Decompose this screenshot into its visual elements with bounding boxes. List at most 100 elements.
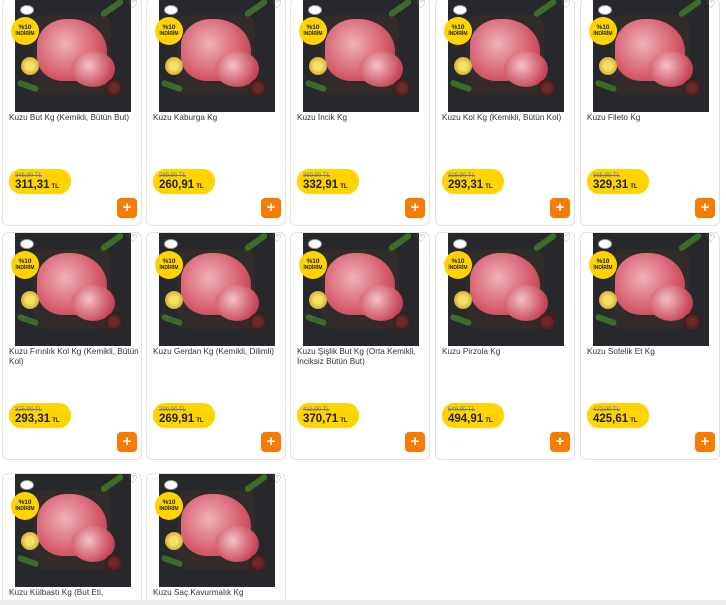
product-card[interactable]: %10 İNDİRİM ♡ Kuzu Şişlik But Kg (Orta K… <box>290 232 430 460</box>
add-to-cart-button[interactable]: + <box>261 432 281 452</box>
peppercorn-bowl <box>393 79 411 97</box>
product-card[interactable]: %10 İNDİRİM ♡ Kuzu Saç Kavurmalık Kg <box>146 473 286 605</box>
product-card[interactable]: %10 İNDİRİM ♡ Kuzu Fırınlık Kol Kg (Kemi… <box>2 232 142 460</box>
discount-label: İNDİRİM <box>303 265 323 271</box>
add-to-cart-button[interactable]: + <box>117 432 137 452</box>
product-title[interactable]: Kuzu Gerdan Kg (Kemikli, Dilimli) <box>153 347 283 357</box>
current-price: 260,91 TL <box>159 179 204 191</box>
discount-label: İNDİRİM <box>303 31 323 37</box>
rosemary-sprig <box>532 233 558 252</box>
favorite-heart-icon[interactable]: ♡ <box>127 0 139 11</box>
rosemary-sprig <box>532 0 558 18</box>
peppercorn-bowl <box>683 79 701 97</box>
butcher-logo-icon <box>598 5 612 15</box>
discount-percent: %10 <box>451 24 465 31</box>
product-title[interactable]: Kuzu Fırınlık Kol Kg (Kemikli, Bütün Kol… <box>9 347 139 367</box>
product-title[interactable]: Kuzu Kaburga Kg <box>153 113 283 123</box>
product-title[interactable]: Kuzu Şişlik But Kg (Orta Kemikli, İnciks… <box>297 347 427 367</box>
product-card[interactable]: %10 İNDİRİM ♡ Kuzu İncik Kg 369,90 TL 33… <box>290 0 430 226</box>
peppercorn-bowl <box>538 79 556 97</box>
rosemary-sprig <box>387 233 413 252</box>
product-card[interactable]: %10 İNDİRİM ♡ Kuzu Pirzola Kg 549,90 TL … <box>435 232 575 460</box>
add-to-cart-button[interactable]: + <box>695 198 715 218</box>
butcher-logo-icon <box>20 5 34 15</box>
discount-percent: %10 <box>306 258 320 265</box>
product-title[interactable]: Kuzu Fileto Kg <box>587 113 717 123</box>
add-to-cart-button[interactable]: + <box>550 198 570 218</box>
discount-badge: %10 İNDİRİM <box>299 17 327 45</box>
price-tag: 411,90 TL 370,71 TL <box>297 403 359 428</box>
olive-oil-bowl <box>165 57 183 75</box>
favorite-heart-icon[interactable]: ♡ <box>127 474 139 486</box>
olive-oil-bowl <box>599 291 617 309</box>
product-image[interactable] <box>159 474 275 587</box>
favorite-heart-icon[interactable]: ♡ <box>415 233 427 245</box>
favorite-heart-icon[interactable]: ♡ <box>705 233 717 245</box>
current-price: 311,31 TL <box>15 179 59 191</box>
favorite-heart-icon[interactable]: ♡ <box>271 0 283 11</box>
discount-label: İNDİRİM <box>593 31 613 37</box>
favorite-heart-icon[interactable]: ♡ <box>271 474 283 486</box>
product-card[interactable]: %10 İNDİRİM ♡ Kuzu Sotelik Et Kg 472,90 … <box>580 232 720 460</box>
current-price: 332,91 TL <box>303 179 348 191</box>
product-title[interactable]: Kuzu Saç Kavurmalık Kg <box>153 588 283 598</box>
current-price: 370,71 TL <box>303 413 348 425</box>
product-card[interactable]: %10 İNDİRİM ♡ Kuzu Külbastı Kg (But Eti, <box>2 473 142 605</box>
peppercorn-bowl <box>393 313 411 331</box>
product-title[interactable]: Kuzu Külbastı Kg (But Eti, <box>9 588 139 598</box>
product-image[interactable] <box>159 233 275 346</box>
discount-percent: %10 <box>18 499 32 506</box>
product-card[interactable]: %10 İNDİRİM ♡ Kuzu Kaburga Kg 289,90 TL … <box>146 0 286 226</box>
product-card[interactable]: %10 İNDİRİM ♡ Kuzu Fileto Kg 365,90 TL 3… <box>580 0 720 226</box>
product-image[interactable] <box>448 0 564 112</box>
favorite-heart-icon[interactable]: ♡ <box>705 0 717 11</box>
product-title[interactable]: Kuzu Sotelik Et Kg <box>587 347 717 357</box>
product-image[interactable] <box>593 233 709 346</box>
discount-label: İNDİRİM <box>159 506 179 512</box>
add-to-cart-button[interactable]: + <box>261 198 281 218</box>
price-tag: 289,90 TL 260,91 TL <box>153 169 215 194</box>
product-image[interactable] <box>15 0 131 112</box>
product-image[interactable] <box>303 233 419 346</box>
product-title[interactable]: Kuzu İncik Kg <box>297 113 427 123</box>
favorite-heart-icon[interactable]: ♡ <box>560 0 572 11</box>
rosemary-sprig <box>243 233 269 252</box>
discount-badge: %10 İNDİRİM <box>589 251 617 279</box>
product-title[interactable]: Kuzu But Kg (Kemikli, Bütün But) <box>9 113 139 123</box>
price-tag: 365,90 TL 329,31 TL <box>587 169 649 194</box>
discount-badge: %10 İNDİRİM <box>155 492 183 520</box>
product-card[interactable]: %10 İNDİRİM ♡ Kuzu Gerdan Kg (Kemikli, D… <box>146 232 286 460</box>
favorite-heart-icon[interactable]: ♡ <box>415 0 427 11</box>
add-to-cart-button[interactable]: + <box>695 432 715 452</box>
current-price: 293,31 TL <box>448 179 493 191</box>
discount-percent: %10 <box>596 258 610 265</box>
discount-percent: %10 <box>306 24 320 31</box>
add-to-cart-button[interactable]: + <box>550 432 570 452</box>
discount-label: İNDİRİM <box>593 265 613 271</box>
current-price: 425,61 TL <box>593 413 638 425</box>
add-to-cart-button[interactable]: + <box>405 198 425 218</box>
product-card[interactable]: %10 İNDİRİM ♡ Kuzu But Kg (Kemikli, Bütü… <box>2 0 142 226</box>
add-to-cart-button[interactable]: + <box>117 198 137 218</box>
discount-label: İNDİRİM <box>448 31 468 37</box>
product-image[interactable] <box>159 0 275 112</box>
olive-oil-bowl <box>454 57 472 75</box>
discount-label: İNDİRİM <box>159 31 179 37</box>
add-to-cart-button[interactable]: + <box>405 432 425 452</box>
favorite-heart-icon[interactable]: ♡ <box>271 233 283 245</box>
butcher-logo-icon <box>164 5 178 15</box>
favorite-heart-icon[interactable]: ♡ <box>560 233 572 245</box>
product-image[interactable] <box>448 233 564 346</box>
product-image[interactable] <box>15 233 131 346</box>
horizontal-scrollbar[interactable] <box>0 600 726 605</box>
product-title[interactable]: Kuzu Pirzola Kg <box>442 347 572 357</box>
product-title[interactable]: Kuzu Kol Kg (Kemikli, Bütün Kol) <box>442 113 572 123</box>
discount-label: İNDİRİM <box>448 265 468 271</box>
favorite-heart-icon[interactable]: ♡ <box>127 233 139 245</box>
olive-oil-bowl <box>21 57 39 75</box>
product-image[interactable] <box>593 0 709 112</box>
product-image[interactable] <box>15 474 131 587</box>
product-card[interactable]: %10 İNDİRİM ♡ Kuzu Kol Kg (Kemikli, Bütü… <box>435 0 575 226</box>
discount-percent: %10 <box>162 258 176 265</box>
product-image[interactable] <box>303 0 419 112</box>
